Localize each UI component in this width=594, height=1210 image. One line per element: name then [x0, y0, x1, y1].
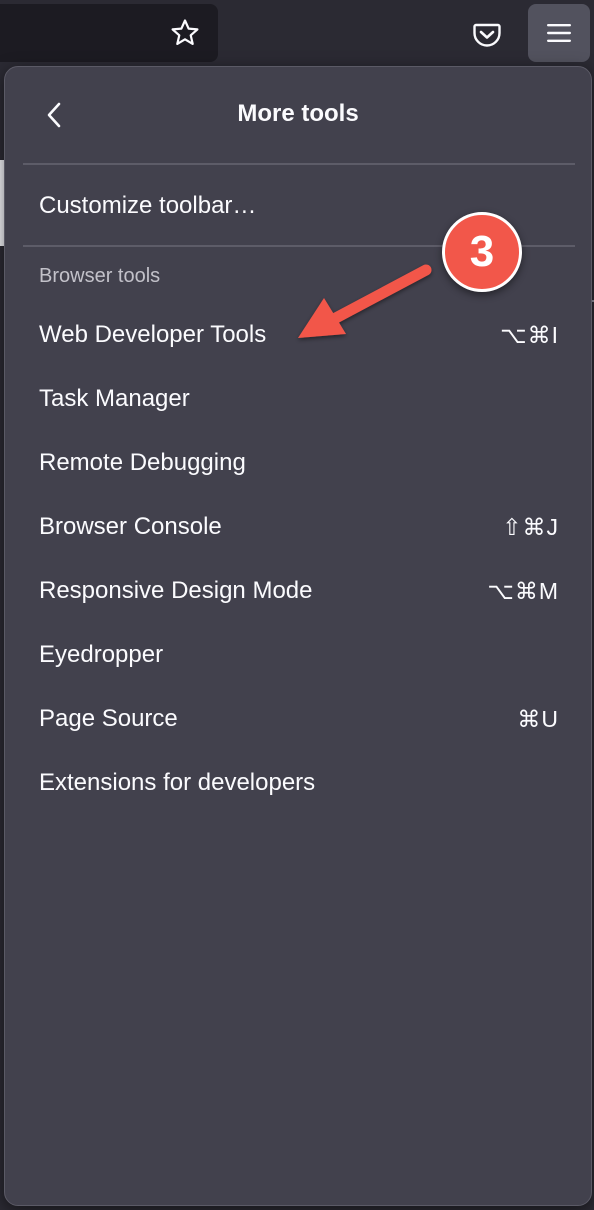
star-outline-icon — [171, 19, 199, 45]
menu-item-extensions-for-developers[interactable]: Extensions for developers — [23, 755, 575, 811]
menu-item-label: Extensions for developers — [39, 769, 316, 796]
menu-item-label: Browser Console — [39, 513, 222, 540]
menu-item-task-manager[interactable]: Task Manager — [23, 371, 575, 427]
section-header-browser-tools: Browser tools — [39, 265, 161, 287]
menu-item-label: Remote Debugging — [39, 449, 246, 476]
pocket-icon — [473, 23, 501, 47]
menu-item-shortcut: ⌥⌘I — [500, 321, 559, 348]
menu-item-browser-console[interactable]: Browser Console ⇧⌘J — [23, 499, 575, 555]
menu-item-page-source[interactable]: Page Source ⌘U — [23, 691, 575, 747]
panel-title: More tools — [237, 100, 359, 127]
menu-item-shortcut: ⌘U — [517, 705, 559, 732]
panel-header: More tools — [5, 67, 591, 163]
browser-toolbar — [0, 0, 594, 66]
bookmark-star-button[interactable] — [164, 12, 206, 54]
app-menu-button[interactable] — [528, 4, 590, 62]
menu-item-shortcut: ⌥⌘M — [487, 577, 559, 604]
step-number-badge: 3 — [442, 212, 522, 292]
pocket-button[interactable] — [466, 14, 508, 56]
menu-item-label: Task Manager — [39, 385, 190, 412]
menu-item-label: Eyedropper — [39, 641, 164, 668]
separator — [23, 163, 575, 165]
annotation-arrow — [298, 264, 432, 338]
menu-item-eyedropper[interactable]: Eyedropper — [23, 627, 575, 683]
menu-item-label: Responsive Design Mode — [39, 577, 313, 604]
hamburger-menu-icon — [547, 24, 571, 42]
menu-item-label: Page Source — [39, 705, 178, 732]
menu-item-remote-debugging[interactable]: Remote Debugging — [23, 435, 575, 491]
menu-item-responsive-design-mode[interactable]: Responsive Design Mode ⌥⌘M — [23, 563, 575, 619]
menu-item-shortcut: ⇧⌘J — [502, 513, 559, 540]
